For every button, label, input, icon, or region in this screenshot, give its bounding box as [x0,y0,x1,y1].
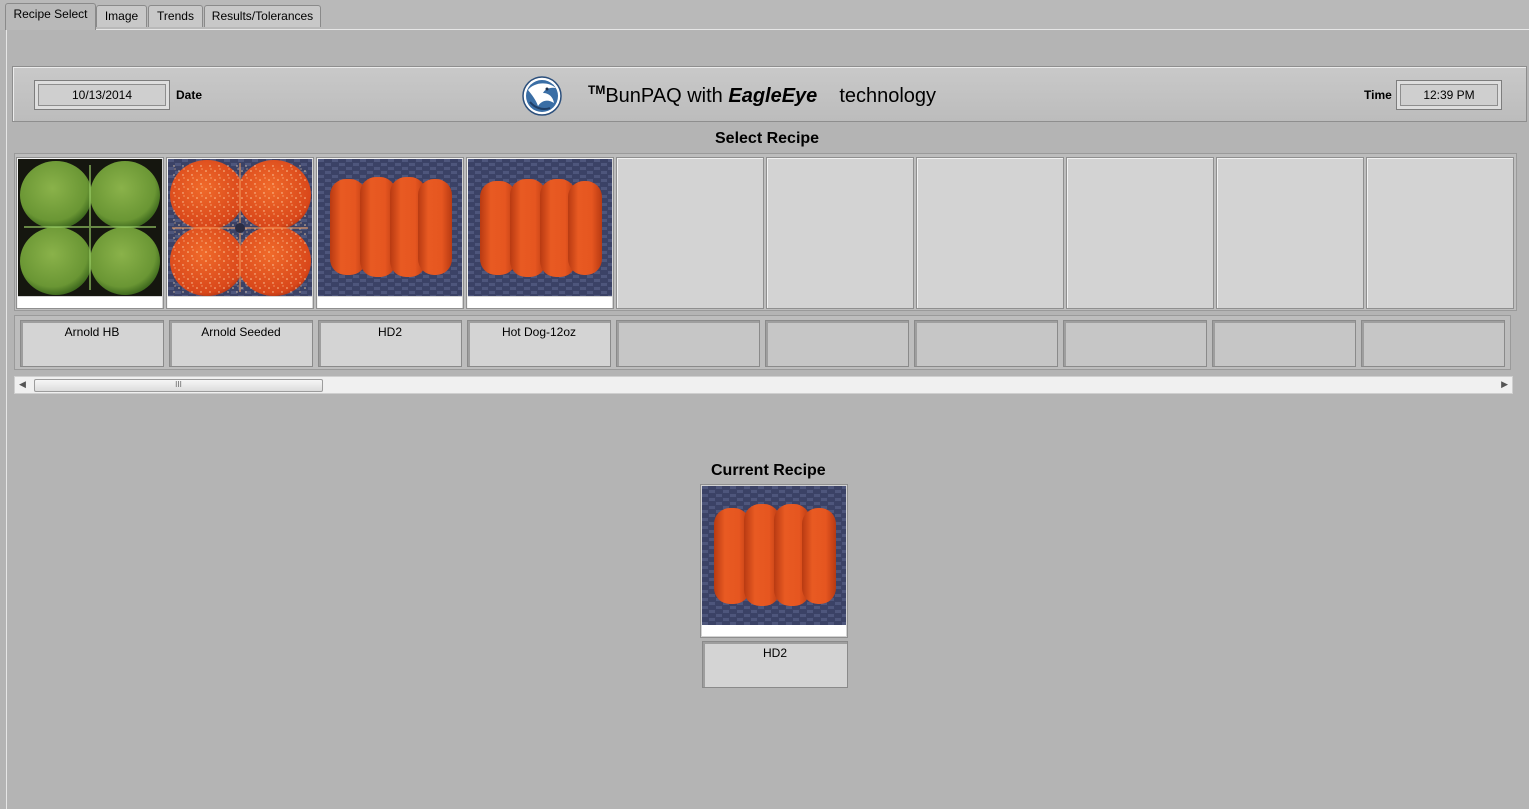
recipe-thumb-empty[interactable] [1216,157,1364,309]
date-label: Date [176,88,203,102]
trademark-mark: TM [588,83,606,97]
scroll-right-arrow-icon[interactable]: ▶ [1501,379,1508,390]
scroll-thumb[interactable]: III [34,379,323,392]
recipe-thumb-empty[interactable] [1066,157,1214,309]
tab-results-tolerances[interactable]: Results/Tolerances [204,5,321,27]
recipe-thumb-hot-dog-12oz[interactable] [466,157,614,309]
scroll-left-arrow-icon[interactable]: ◀ [19,379,26,390]
current-recipe-title: Current Recipe [711,462,826,479]
recipe-thumb-arnold-seeded[interactable] [166,157,314,309]
recipe-name-hot-dog-12oz[interactable]: Hot Dog-12oz [467,320,611,367]
hamburger-buns-plain-image [18,159,162,296]
hot-dog-buns-image [318,159,462,296]
recipe-name-empty[interactable] [616,320,760,367]
current-recipe-thumb [700,484,848,638]
thumb-caption-bar [318,297,462,308]
recipe-name-empty[interactable] [765,320,909,367]
recipe-scrollbar[interactable]: ◀ III ▶ [14,376,1513,394]
recipe-name-hd2[interactable]: HD2 [318,320,462,367]
current-recipe-name: HD2 [702,641,848,688]
tab-image[interactable]: Image [96,5,147,27]
thumb-caption-bar [168,297,312,308]
brand-eagleeye: EagleEye [728,85,818,107]
time-label: Time [1364,88,1392,102]
recipe-name-empty[interactable] [1361,320,1505,367]
hot-dog-buns-image [702,486,846,625]
eagle-logo-icon [522,76,562,116]
brand-technology: technology [839,85,937,107]
recipe-name-arnold-seeded[interactable]: Arnold Seeded [169,320,313,367]
brand-product: BunPAQ with [605,85,729,107]
date-indicator: 10/13/2014 [34,80,170,110]
tab-trends[interactable]: Trends [148,5,203,27]
recipe-thumb-empty[interactable] [1366,157,1514,309]
recipe-name-empty[interactable] [1212,320,1356,367]
recipe-name-empty[interactable] [1063,320,1207,367]
thumb-caption-bar [702,625,846,636]
hamburger-buns-seeded-image [168,159,312,296]
time-indicator: 12:39 PM [1396,80,1502,110]
recipe-thumb-empty[interactable] [616,157,764,309]
recipe-thumb-empty[interactable] [766,157,914,309]
recipe-name-arnold-hb[interactable]: Arnold HB [20,320,164,367]
recipe-name-empty[interactable] [914,320,1058,367]
recipe-thumb-hd2[interactable] [316,157,464,309]
brand-title: TMBunPAQ with EagleEye technology [588,83,937,108]
select-recipe-title: Select Recipe [715,130,820,147]
hot-dog-buns-image [468,159,612,296]
tab-recipe-select[interactable]: Recipe Select [5,3,96,30]
recipe-thumb-arnold-hb[interactable] [16,157,164,309]
thumb-caption-bar [468,297,612,308]
recipe-thumb-empty[interactable] [916,157,1064,309]
thumb-caption-bar [18,297,162,308]
